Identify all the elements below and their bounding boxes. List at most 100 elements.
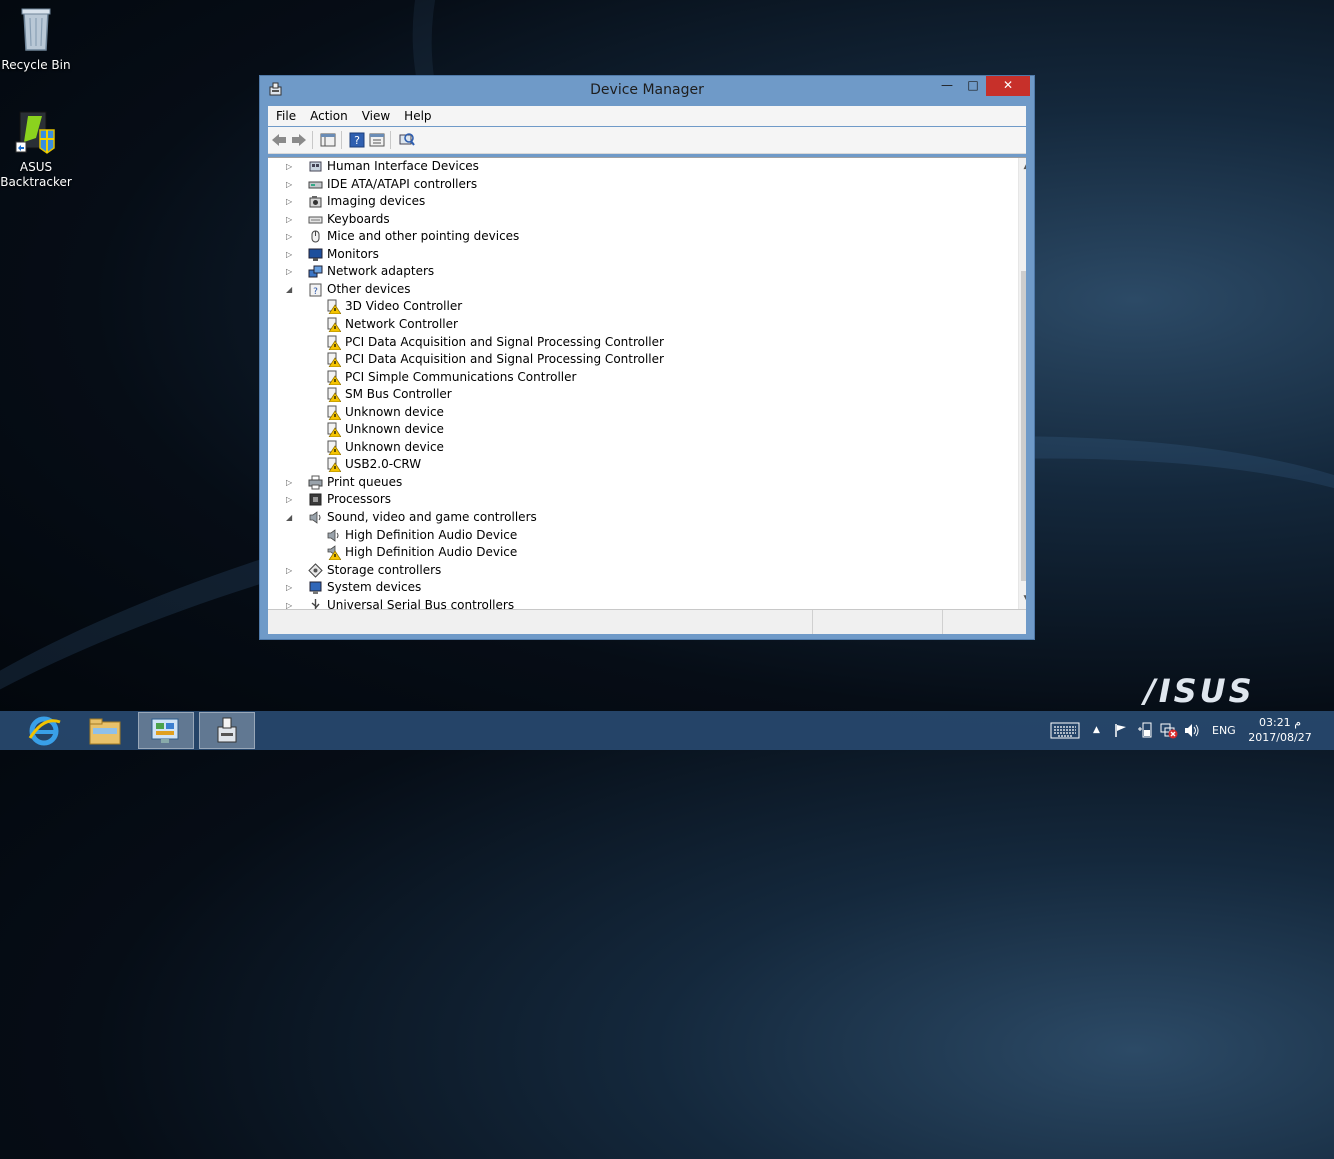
menu-file[interactable]: File xyxy=(268,106,302,123)
collapsed-arrow-icon[interactable]: ▷ xyxy=(286,474,296,491)
maximize-button[interactable]: □ xyxy=(960,76,986,96)
network-disconnected-icon[interactable] xyxy=(1160,722,1178,739)
desktop-icon-asus-backtracker[interactable]: ASUS Backtracker xyxy=(0,108,76,190)
collapsed-arrow-icon[interactable]: ▷ xyxy=(286,211,296,228)
status-bar xyxy=(268,609,1026,634)
action-center-flag-icon[interactable] xyxy=(1114,723,1128,738)
tree-item-label: Monitors xyxy=(327,246,379,261)
collapsed-arrow-icon[interactable]: ▷ xyxy=(286,491,296,508)
tree-category[interactable]: ▷ Network adapters xyxy=(268,263,1008,280)
file-explorer-icon xyxy=(89,718,121,745)
touch-keyboard-icon[interactable] xyxy=(1050,722,1080,739)
power-battery-icon[interactable] xyxy=(1137,722,1153,739)
collapsed-arrow-icon[interactable]: ▷ xyxy=(286,597,296,610)
tree-category[interactable]: ▷ Storage controllers xyxy=(268,562,1008,579)
vertical-scrollbar[interactable]: ▲ ▼ xyxy=(1018,158,1026,610)
tree-item-label: Other devices xyxy=(327,281,411,296)
menu-bar: File Action View Help xyxy=(268,106,1026,126)
recycle-bin-icon xyxy=(21,8,51,51)
device-manager-window[interactable]: Device Manager — □ ✕ File Action View Help … xyxy=(259,75,1035,640)
warning-device-icon xyxy=(327,352,341,368)
tree-device[interactable]: PCI Simple Communications Controller xyxy=(268,369,1008,386)
unknown-device-icon: ? xyxy=(309,283,322,297)
minimize-button[interactable]: — xyxy=(934,76,960,96)
tree-device[interactable]: Unknown device xyxy=(268,421,1008,438)
input-language-indicator[interactable]: ENG xyxy=(1212,711,1236,750)
tree-item-label: Unknown device xyxy=(345,439,444,454)
forward-icon[interactable] xyxy=(290,132,308,148)
tree-category[interactable]: ▷ Universal Serial Bus controllers xyxy=(268,597,1008,610)
tree-device[interactable]: Unknown device xyxy=(268,404,1008,421)
taskbar-control-panel[interactable] xyxy=(138,712,194,749)
tree-device[interactable]: USB2.0-CRW xyxy=(268,456,1008,473)
hid-icon xyxy=(309,161,322,172)
tree-item-label: Unknown device xyxy=(345,422,444,437)
scan-hardware-changes-icon[interactable] xyxy=(397,132,415,148)
taskbar-internet-explorer[interactable] xyxy=(16,712,72,749)
control-panel-icon xyxy=(151,718,179,743)
tree-category[interactable]: ▷ IDE ATA/ATAPI controllers xyxy=(268,176,1008,193)
svg-text:?: ? xyxy=(354,134,360,147)
menu-help[interactable]: Help xyxy=(396,106,437,123)
tree-category[interactable]: ▷ Keyboards xyxy=(268,211,1008,228)
show-hide-console-tree-icon[interactable] xyxy=(319,132,337,148)
internet-explorer-icon xyxy=(28,716,61,746)
device-tree[interactable]: ▷ Human Interface Devices ▷ IDE ATA/ATAPI c… xyxy=(268,157,1026,610)
menu-action[interactable]: Action xyxy=(302,106,354,123)
collapsed-arrow-icon[interactable]: ▷ xyxy=(286,562,296,579)
tree-device[interactable]: High Definition Audio Device xyxy=(268,527,1008,544)
clock[interactable]: 03:21 م 2017/08/27 xyxy=(1248,715,1312,745)
tree-device[interactable]: PCI Data Acquisition and Signal Processi… xyxy=(268,334,1008,351)
tree-category[interactable]: ▷ Human Interface Devices xyxy=(268,158,1008,175)
back-icon[interactable] xyxy=(270,132,288,148)
expanded-arrow-icon[interactable]: ◢ xyxy=(286,509,296,526)
tree-category[interactable]: ◢ Sound, video and game controllers xyxy=(268,509,1008,526)
taskbar-device-manager[interactable] xyxy=(199,712,255,749)
show-hidden-icons-arrow-icon[interactable]: ▲ xyxy=(1093,711,1100,750)
tree-category[interactable]: ▷ System devices xyxy=(268,579,1008,596)
tree-item-label: IDE ATA/ATAPI controllers xyxy=(327,176,478,191)
toolbar: ? xyxy=(268,127,1026,154)
collapsed-arrow-icon[interactable]: ▷ xyxy=(286,158,296,175)
tree-device[interactable]: SM Bus Controller xyxy=(268,386,1008,403)
tree-category[interactable]: ▷ Mice and other pointing devices xyxy=(268,228,1008,245)
speaker-icon xyxy=(309,511,321,524)
tree-category[interactable]: ▷ Print queues xyxy=(268,474,1008,491)
tree-device[interactable]: PCI Data Acquisition and Signal Processi… xyxy=(268,351,1008,368)
desktop-icon-recycle-bin[interactable]: Recycle Bin xyxy=(0,6,76,73)
warning-device-icon xyxy=(327,440,341,455)
warning-device-icon xyxy=(327,317,341,332)
collapsed-arrow-icon[interactable]: ▷ xyxy=(286,246,296,263)
tree-item-label: System devices xyxy=(327,580,422,595)
menu-view[interactable]: View xyxy=(354,106,396,123)
tree-item-label: Human Interface Devices xyxy=(327,159,479,173)
tree-item-label: Keyboards xyxy=(327,211,390,226)
help-icon[interactable]: ? xyxy=(348,132,366,148)
collapsed-arrow-icon[interactable]: ▷ xyxy=(286,579,296,596)
storage-controller-icon xyxy=(308,562,323,578)
tree-device[interactable]: High Definition Audio Device xyxy=(268,544,1008,561)
volume-icon[interactable] xyxy=(1184,723,1200,738)
close-button[interactable]: ✕ xyxy=(986,76,1030,96)
tree-item-label: PCI Data Acquisition and Signal Processi… xyxy=(345,334,664,349)
collapsed-arrow-icon[interactable]: ▷ xyxy=(286,193,296,210)
tree-category[interactable]: ◢? Other devices xyxy=(268,281,1008,298)
scrollbar-thumb[interactable] xyxy=(1021,271,1026,581)
tree-item-label: PCI Simple Communications Controller xyxy=(345,369,577,384)
taskbar-file-explorer[interactable] xyxy=(77,712,133,749)
properties-icon[interactable] xyxy=(368,132,386,148)
scroll-up-arrow-icon[interactable]: ▲ xyxy=(1019,161,1026,171)
tree-category[interactable]: ▷ Monitors xyxy=(268,246,1008,263)
collapsed-arrow-icon[interactable]: ▷ xyxy=(286,263,296,280)
collapsed-arrow-icon[interactable]: ▷ xyxy=(286,176,296,193)
title-bar[interactable]: Device Manager — □ ✕ xyxy=(260,76,1034,104)
collapsed-arrow-icon[interactable]: ▷ xyxy=(286,228,296,245)
expanded-arrow-icon[interactable]: ◢ xyxy=(286,281,296,298)
status-cell xyxy=(812,610,941,634)
tree-category[interactable]: ▷ Imaging devices xyxy=(268,193,1008,210)
tree-device[interactable]: Unknown device xyxy=(268,439,1008,456)
tree-device[interactable]: 3D Video Controller xyxy=(268,298,1008,315)
tree-device[interactable]: Network Controller xyxy=(268,316,1008,333)
tree-category[interactable]: ▷ Processors xyxy=(268,491,1008,508)
scroll-down-arrow-icon[interactable]: ▼ xyxy=(1019,594,1026,604)
